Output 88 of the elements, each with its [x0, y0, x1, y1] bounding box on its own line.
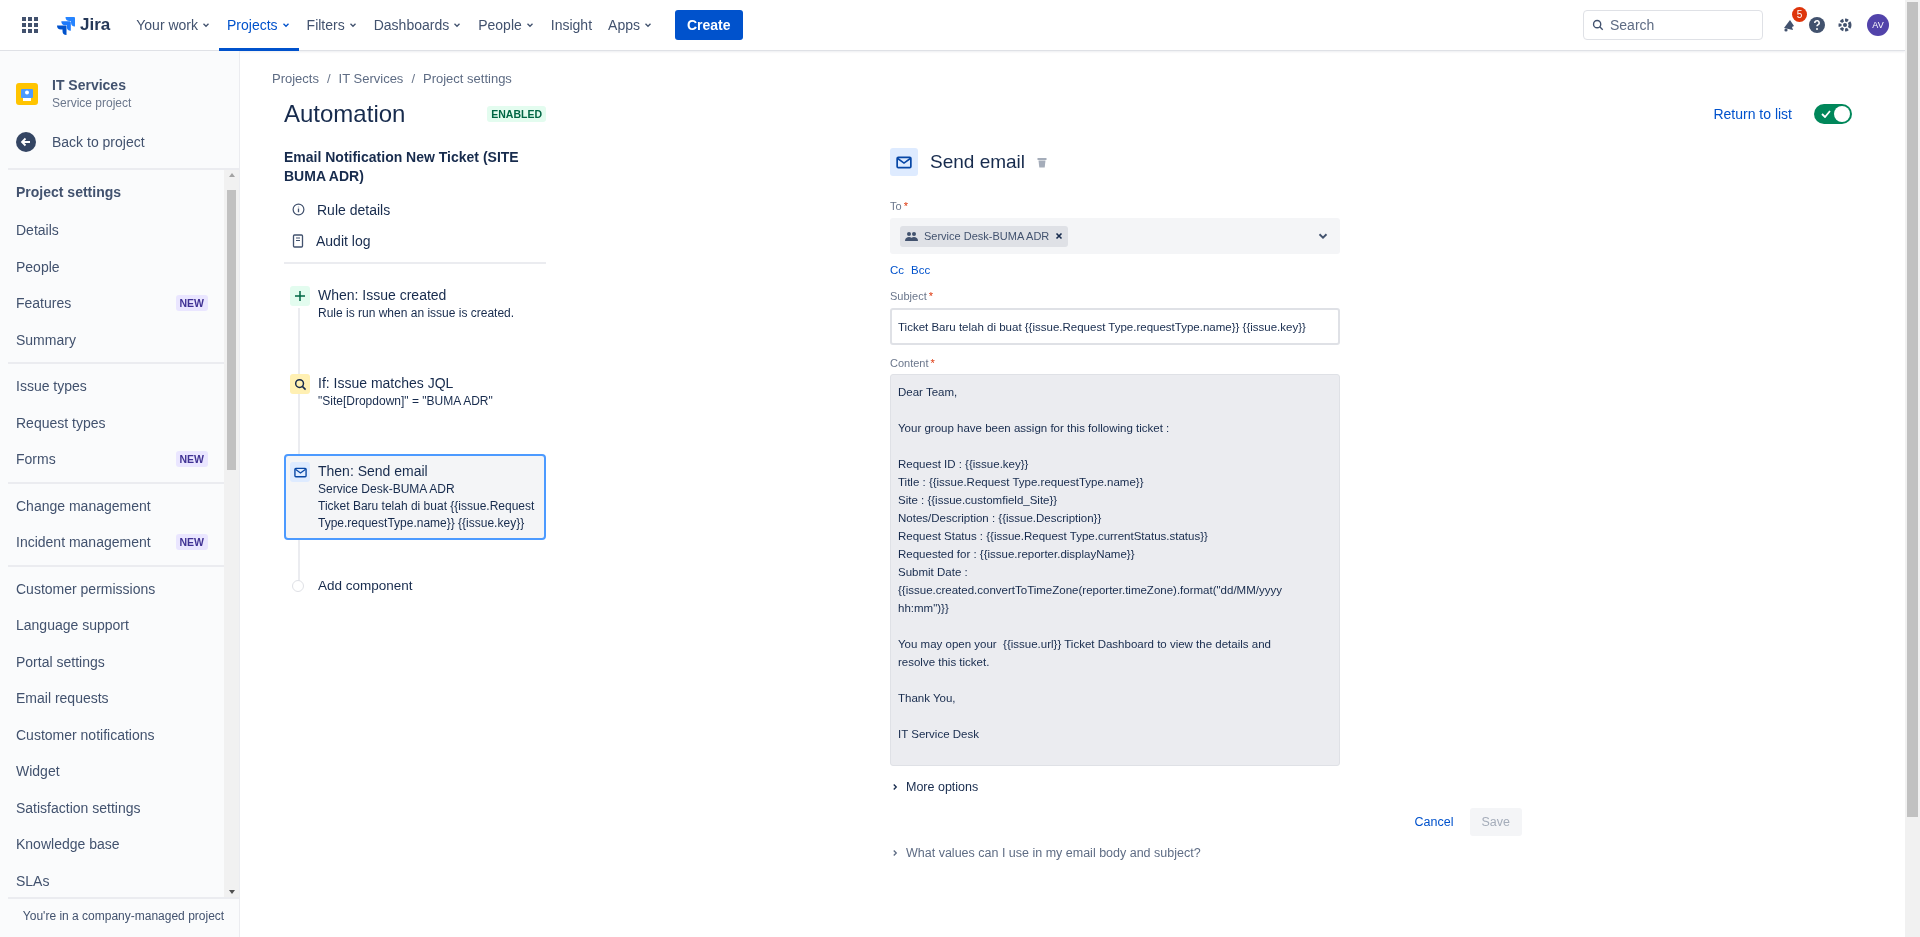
sidebar-item[interactable]: Satisfaction settings: [8, 789, 216, 826]
step-detail: Service Desk-BUMA ADR: [318, 481, 456, 498]
rule-name: Email Notification New Ticket (SITE BUMA ADR): [284, 148, 520, 186]
new-tag: NEW: [175, 295, 208, 312]
mail-icon: [293, 466, 307, 478]
sidebar-item[interactable]: Customer notifications: [8, 716, 216, 753]
notification-count: 5: [1792, 7, 1807, 22]
editor-title: Send email: [930, 151, 1026, 173]
content-field[interactable]: Dear Team, Your group have been assign for this following ticket : Request ID : {{issue.key}} Title : {{issue.Request Type.requestType.name}} Site : {{issue.customfield_Site}} Notes/Description : {{issue.Description}} Request Status : {{issue.Request Type.currentStatus.status}} Requested for : {{issue.reporter.displayName}} Submit Date : {{issue.created.convertToTimeZone(reporter.timeZone).format("dd/MM/yyyy hh:mm")}} You may open your {{issue.url}} Ticket Dashboard to view the details and resolve this ticket. Thank You, IT Service Desk: [890, 374, 1340, 766]
sidebar-item[interactable]: Details: [8, 212, 216, 249]
nav-tab[interactable]: Your work: [128, 0, 219, 51]
field-label: Content *: [890, 357, 936, 369]
sidebar-item[interactable]: Language support: [8, 607, 216, 644]
rule-nav-link[interactable]: Audit log: [284, 225, 546, 256]
sidebar-item[interactable]: Request types: [8, 404, 216, 441]
remove-icon[interactable]: [1055, 232, 1064, 240]
nav-tab[interactable]: Filters: [298, 0, 366, 51]
sidebar-item[interactable]: Portal settings: [8, 643, 216, 680]
back-link[interactable]: Back to project: [0, 124, 239, 160]
rule-step-card[interactable]: If: Issue matches JQL "Site[Dropdown]" = "BUMA ADR": [284, 366, 546, 418]
search-icon: [293, 377, 307, 391]
sidebar-item[interactable]: Features NEW: [8, 285, 216, 322]
jira-logo[interactable]: Jira: [56, 15, 111, 35]
add-component-link[interactable]: Add component: [284, 578, 546, 593]
group-icon: [905, 231, 918, 241]
user-avatar[interactable]: AV: [1867, 14, 1889, 36]
status-lozenge: ENABLED: [487, 106, 546, 122]
help-toggle[interactable]: What values can I use in my email body and subject?: [890, 846, 1522, 860]
rule-step-card[interactable]: Then: Send email Service Desk-BUMA ADR Ticket Baru telah di buat {{issue.Request Type.requestType.name}} {{issue.key}}: [284, 454, 546, 540]
sidebar-item[interactable]: Summary: [8, 321, 216, 358]
step-title: When: Issue created: [318, 286, 448, 305]
sidebar-item[interactable]: SLAs: [8, 862, 216, 897]
sidebar-heading: Project settings: [15, 183, 123, 202]
search-icon: [1592, 19, 1604, 31]
plus-icon: [294, 290, 306, 302]
step-title: Then: Send email: [318, 462, 429, 481]
breadcrumb-link[interactable]: Projects: [272, 71, 319, 86]
check-icon: [1821, 110, 1831, 118]
scrollbar[interactable]: [224, 170, 239, 897]
project-icon: [16, 82, 38, 105]
rule-nav-link[interactable]: Rule details: [284, 194, 546, 225]
field-label: To *: [890, 200, 909, 212]
step-detail: Ticket Baru telah di buat {{issue.Request Type.requestType.name}} {{issue.key}}: [318, 498, 536, 532]
project-name: IT Services: [52, 77, 127, 93]
step-detail: Rule is run when an issue is created.: [318, 305, 515, 322]
search-field[interactable]: Search: [1583, 10, 1763, 40]
cc-link[interactable]: Cc: [890, 264, 905, 276]
sidebar-item[interactable]: Forms NEW: [8, 441, 216, 478]
sidebar-item[interactable]: Email requests: [8, 680, 216, 717]
scroll-down-icon[interactable]: [227, 889, 236, 895]
breadcrumb-link[interactable]: Project settings: [423, 71, 512, 86]
step-detail: "Site[Dropdown]" = "BUMA ADR": [318, 393, 493, 410]
breadcrumb-separator: /: [326, 71, 331, 86]
rule-toggle[interactable]: [1814, 104, 1852, 124]
project-note: You're in a company-managed project: [8, 897, 239, 937]
breadcrumb-link[interactable]: IT Services: [338, 71, 404, 86]
recipient-chip: Service Desk-BUMA ADR: [900, 225, 1069, 247]
nav-tab[interactable]: Apps: [600, 0, 661, 51]
subject-field[interactable]: Ticket Baru telah di buat {{issue.Request Type.requestType.name}} {{issue.key}}: [890, 308, 1340, 345]
more-options-toggle[interactable]: More options: [890, 780, 1522, 794]
sidebar-item[interactable]: People: [8, 248, 216, 285]
rule-step-card[interactable]: When: Issue created Rule is run when an issue is created.: [284, 278, 546, 330]
sidebar-item[interactable]: Change management: [8, 487, 216, 524]
nav-tab[interactable]: Insight: [542, 0, 601, 51]
create-button[interactable]: Create: [674, 10, 743, 40]
breadcrumb-separator: /: [411, 71, 415, 86]
new-tag: NEW: [175, 534, 208, 551]
return-link[interactable]: Return to list: [1713, 106, 1792, 122]
sidebar-item[interactable]: Customer permissions: [8, 570, 216, 607]
new-tag: NEW: [175, 451, 208, 468]
sidebar-item[interactable]: Incident management NEW: [8, 524, 216, 561]
project-type: Service project: [52, 96, 132, 110]
sidebar-item[interactable]: Issue types: [8, 368, 216, 405]
page-title: Automation: [284, 100, 406, 128]
cc-link[interactable]: Bcc: [911, 264, 931, 276]
sidebar-item[interactable]: Knowledge base: [8, 826, 216, 863]
document-icon: [292, 233, 304, 248]
mail-icon: [890, 148, 918, 176]
scroll-thumb[interactable]: [227, 190, 236, 470]
field-label: Subject *: [890, 290, 934, 302]
recipient-select[interactable]: Service Desk-BUMA ADR: [890, 218, 1340, 254]
page-scrollbar[interactable]: [1905, 0, 1920, 937]
step-title: If: Issue matches JQL: [318, 374, 455, 393]
info-icon: [292, 203, 305, 216]
nav-tab[interactable]: People: [470, 0, 543, 51]
sidebar-item[interactable]: Widget: [8, 753, 216, 790]
cancel-button[interactable]: Cancel: [1406, 808, 1462, 836]
nav-tab[interactable]: Dashboards: [365, 0, 471, 51]
